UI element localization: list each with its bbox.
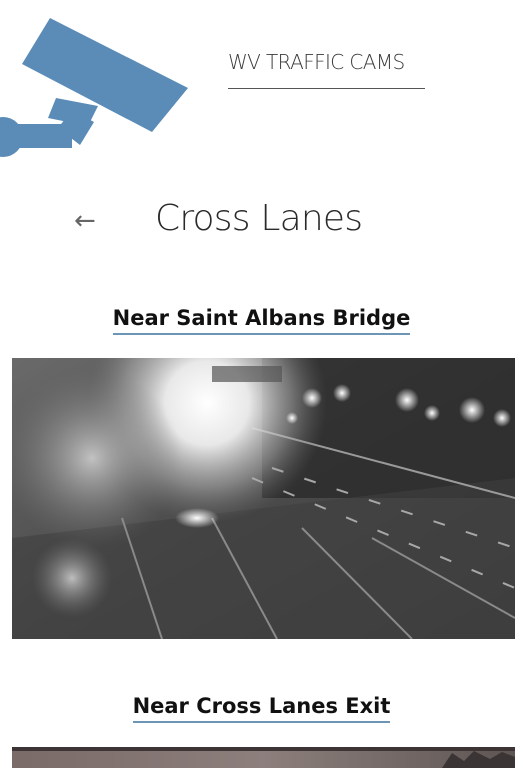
camera-title[interactable]: Near Saint Albans Bridge [0,306,523,335]
camera-title-text[interactable]: Near Saint Albans Bridge [112,306,411,335]
camera-image[interactable] [12,358,515,639]
camera-title[interactable]: Near Cross Lanes Exit [0,694,523,723]
camera-feed-dusk-sky [12,747,515,768]
security-camera-icon [0,18,188,157]
app-title[interactable]: WV TRAFFIC CAMS [228,50,425,89]
camera-image[interactable] [12,747,515,768]
page-title: Cross Lanes [155,198,363,239]
camera-feed-night-highway [12,358,515,639]
back-arrow-icon[interactable]: ← [74,206,106,236]
camera-title-text[interactable]: Near Cross Lanes Exit [132,694,391,723]
